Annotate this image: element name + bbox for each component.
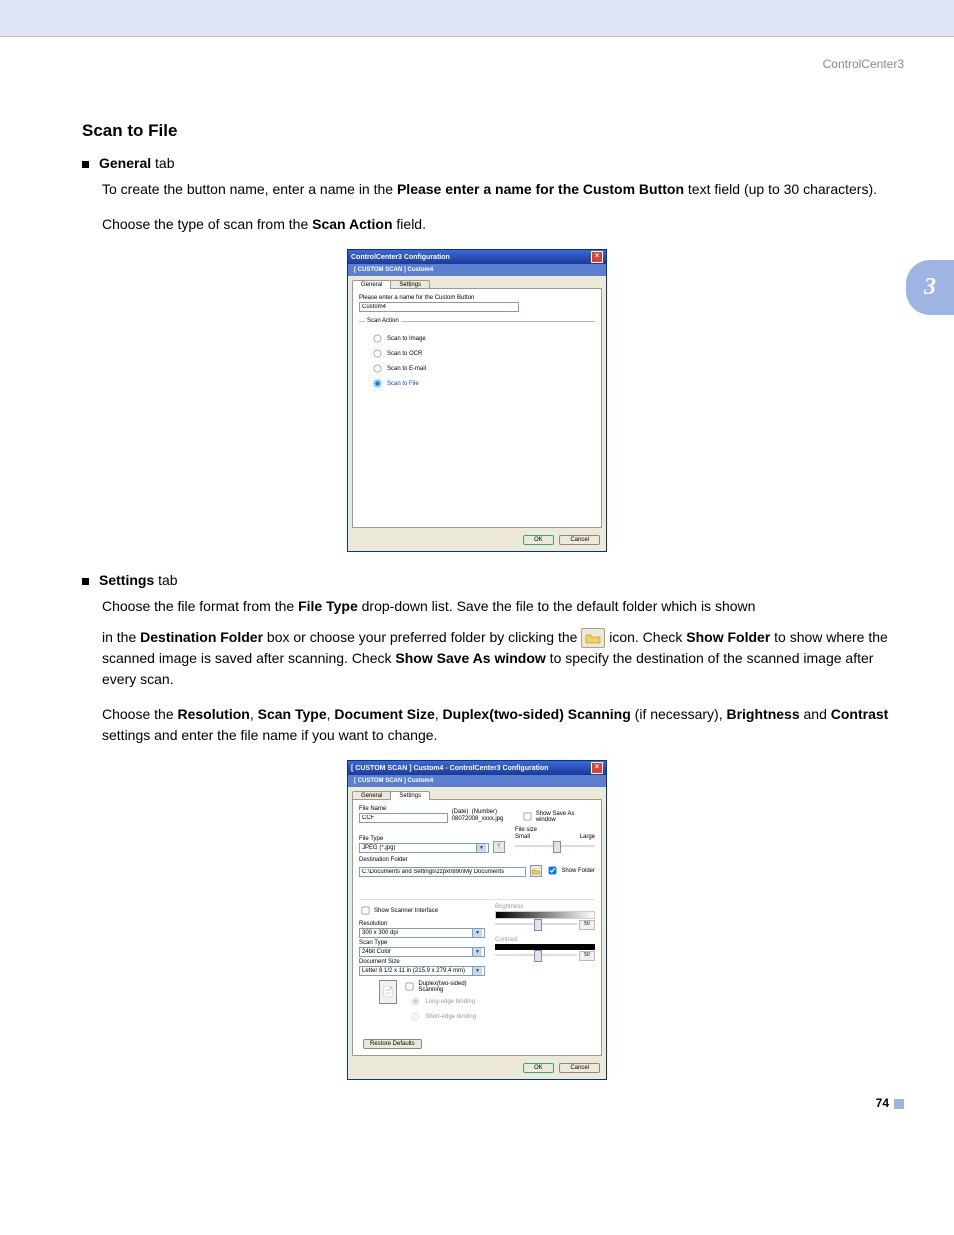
dialog-titlebar: [ CUSTOM SCAN ] Custom4 - ControlCenter3… (348, 761, 606, 775)
chevron-down-icon: ▼ (472, 967, 482, 975)
file-name-label: File Name (359, 806, 448, 812)
destination-folder-input[interactable] (359, 867, 526, 877)
cancel-button[interactable]: Cancel (559, 535, 600, 545)
file-size-label: File size (515, 827, 595, 833)
page-number: 74 (876, 1096, 904, 1110)
radio-long-edge[interactable]: Long-edge binding (403, 995, 485, 1008)
doc-size-dropdown[interactable]: Letter 8 1/2 x 11 in (215.9 x 279.4 mm)▼ (359, 966, 485, 976)
dialog-subtitle: [ CUSTOM SCAN ] Custom4 (348, 264, 606, 276)
paragraph-1: To create the button name, enter a name … (102, 179, 904, 200)
chevron-down-icon: ▼ (472, 948, 482, 956)
tab-panel-general: Please enter a name for the Custom Butto… (352, 288, 602, 528)
dialog-settings: [ CUSTOM SCAN ] Custom4 - ControlCenter3… (347, 760, 607, 1080)
duplex-checkbox[interactable]: Duplex(two-sided) Scanning (403, 980, 485, 993)
file-type-label: File Type (359, 836, 489, 842)
square-bullet-icon (82, 161, 89, 168)
folder-icon (532, 868, 540, 875)
dialog-title: ControlCenter3 Configuration (351, 254, 450, 261)
brightness-gradient (495, 911, 595, 919)
header-doc-title: ControlCenter3 (0, 37, 954, 81)
scan-action-legend: Scan Action (365, 318, 401, 324)
dialog-title: [ CUSTOM SCAN ] Custom4 - ControlCenter3… (351, 765, 548, 772)
custom-name-label: Please enter a name for the Custom Butto… (359, 295, 595, 301)
file-size-slider[interactable] (515, 845, 595, 847)
dialog-button-row: OK Cancel (348, 1057, 606, 1079)
contrast-slider[interactable] (495, 954, 577, 956)
file-name-input[interactable] (359, 813, 448, 823)
radio-scan-to-ocr[interactable]: Scan to OCR (365, 347, 589, 360)
date-number-value: 08072008_xxxx.jpg (452, 816, 511, 822)
scan-type-label: Scan Type (359, 940, 485, 946)
folder-browse-icon (581, 628, 605, 648)
settings-tab-suffix: tab (154, 572, 177, 588)
radio-short-edge[interactable]: Short-edge binding (403, 1010, 485, 1023)
tab-panel-settings: File Name (Date) (Number) 08072008_xxxx.… (352, 799, 602, 1056)
square-bullet-icon (82, 578, 89, 585)
brightness-slider[interactable] (495, 923, 577, 925)
section-title: Scan to File (82, 121, 904, 141)
paragraph-4: in the Destination Folder box or choose … (102, 627, 904, 690)
ok-button[interactable]: OK (523, 1063, 554, 1073)
settings-tab-label: Settings (99, 572, 154, 588)
dialog-subtitle: [ CUSTOM SCAN ] Custom4 (348, 775, 606, 787)
tab-settings[interactable]: Settings (390, 791, 430, 800)
radio-scan-to-image[interactable]: Scan to Image (365, 332, 589, 345)
paragraph-5: Choose the Resolution, Scan Type, Docume… (102, 704, 904, 746)
resolution-label: Resolution (359, 921, 485, 927)
radio-scan-to-email[interactable]: Scan to E-mail (365, 362, 589, 375)
restore-defaults-button[interactable]: Restore Defaults (363, 1039, 422, 1049)
bullet-general-tab: General tab (82, 155, 904, 171)
contrast-value[interactable]: 50 (579, 951, 595, 961)
cancel-button[interactable]: Cancel (559, 1063, 600, 1073)
bullet-settings-tab: Settings tab (82, 572, 904, 588)
custom-name-input[interactable] (359, 302, 519, 312)
doc-size-label: Document Size (359, 959, 485, 965)
chevron-down-icon: ▼ (476, 844, 486, 852)
chevron-down-icon: ▼ (472, 929, 482, 937)
paragraph-3: Choose the file format from the File Typ… (102, 596, 904, 617)
file-type-info-button[interactable]: ¶ (493, 841, 505, 853)
dialog-button-row: OK Cancel (348, 529, 606, 551)
close-icon[interactable]: × (591, 251, 603, 263)
page-content: Scan to File General tab To create the b… (0, 81, 954, 1130)
close-icon[interactable]: × (591, 762, 603, 774)
paragraph-2: Choose the type of scan from the Scan Ac… (102, 214, 904, 235)
ok-button[interactable]: OK (523, 535, 554, 545)
brightness-value[interactable]: 50 (579, 920, 595, 930)
brightness-label: Brightness (495, 904, 595, 910)
dialog-general: ControlCenter3 Configuration × [ CUSTOM … (347, 249, 607, 552)
tab-general[interactable]: General (352, 280, 391, 289)
radio-scan-to-file[interactable]: Scan to File (365, 377, 589, 390)
scan-type-dropdown[interactable]: 24bit Color▼ (359, 947, 485, 957)
duplex-page-icon: 📄 (379, 980, 397, 1004)
show-folder-checkbox[interactable]: Show Folder (546, 864, 595, 877)
browse-folder-button[interactable] (530, 865, 542, 877)
contrast-label: Contrast (495, 937, 595, 943)
general-tab-suffix: tab (151, 155, 174, 171)
dest-folder-label: Destination Folder (359, 857, 595, 863)
show-save-as-checkbox[interactable]: Show Save As window (521, 810, 595, 823)
top-band (0, 0, 954, 37)
file-type-dropdown[interactable]: JPEG (*.jpg)▼ (359, 843, 489, 853)
scan-action-fieldset: Scan Action Scan to Image Scan to OCR Sc… (359, 318, 595, 521)
resolution-dropdown[interactable]: 300 x 300 dpi▼ (359, 928, 485, 938)
general-tab-label: General (99, 155, 151, 171)
show-scanner-checkbox[interactable]: Show Scanner Interface (359, 904, 485, 917)
dialog-titlebar: ControlCenter3 Configuration × (348, 250, 606, 264)
